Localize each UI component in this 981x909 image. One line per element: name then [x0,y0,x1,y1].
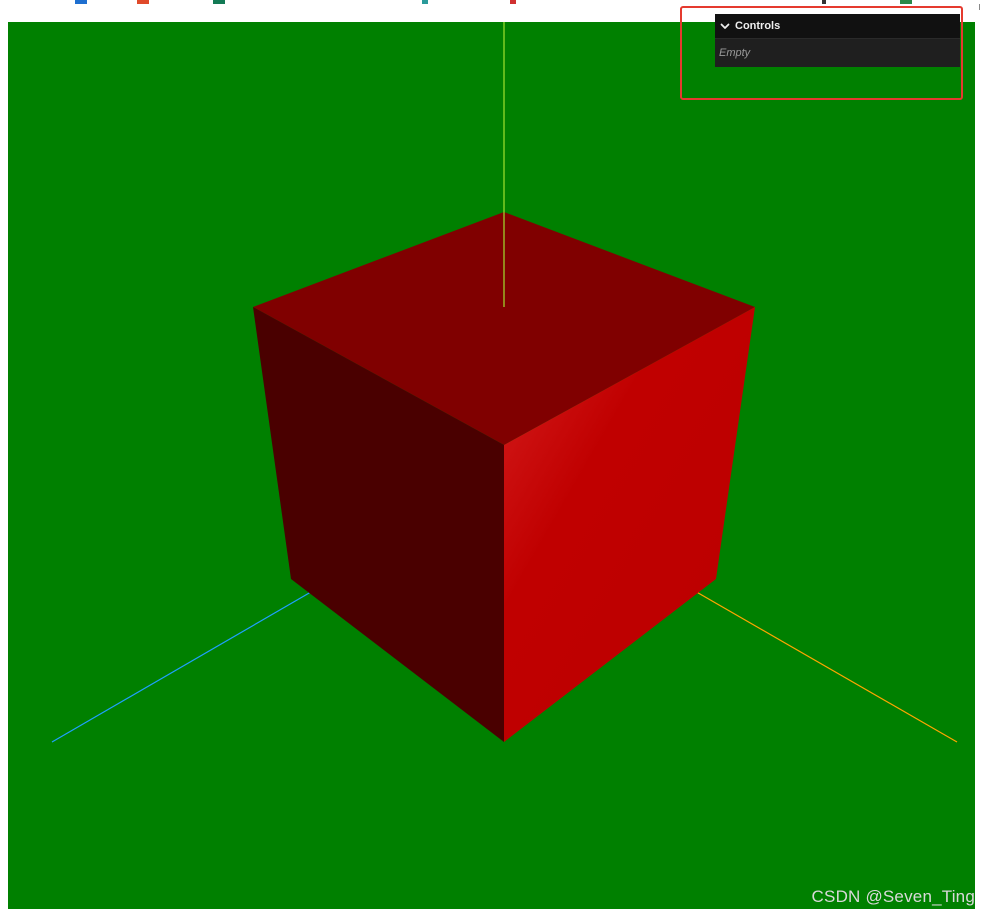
toolbar-fragment-icon [137,0,149,4]
page-scrollbar[interactable] [975,0,981,909]
controls-title: Controls [735,20,781,32]
toolbar-fragment-icon [75,0,87,4]
toolbar-fragment-icon [900,0,912,4]
controls-title-bar[interactable]: Controls [715,14,960,38]
scrollbar-thumb[interactable] [979,4,980,10]
webgl-canvas[interactable] [8,22,975,909]
controls-empty-message: Empty [715,38,960,67]
controls-panel: Controls Empty [715,14,960,67]
scene-render [51,22,958,743]
chevron-down-icon [719,20,731,32]
toolbar-fragment-icon [510,0,516,4]
toolbar-fragment-icon [822,0,826,4]
watermark: CSDN @Seven_Ting [811,887,975,906]
browser-top-strip [0,0,981,14]
toolbar-fragment-icon [422,0,428,4]
toolbar-fragment-icon [213,0,225,4]
